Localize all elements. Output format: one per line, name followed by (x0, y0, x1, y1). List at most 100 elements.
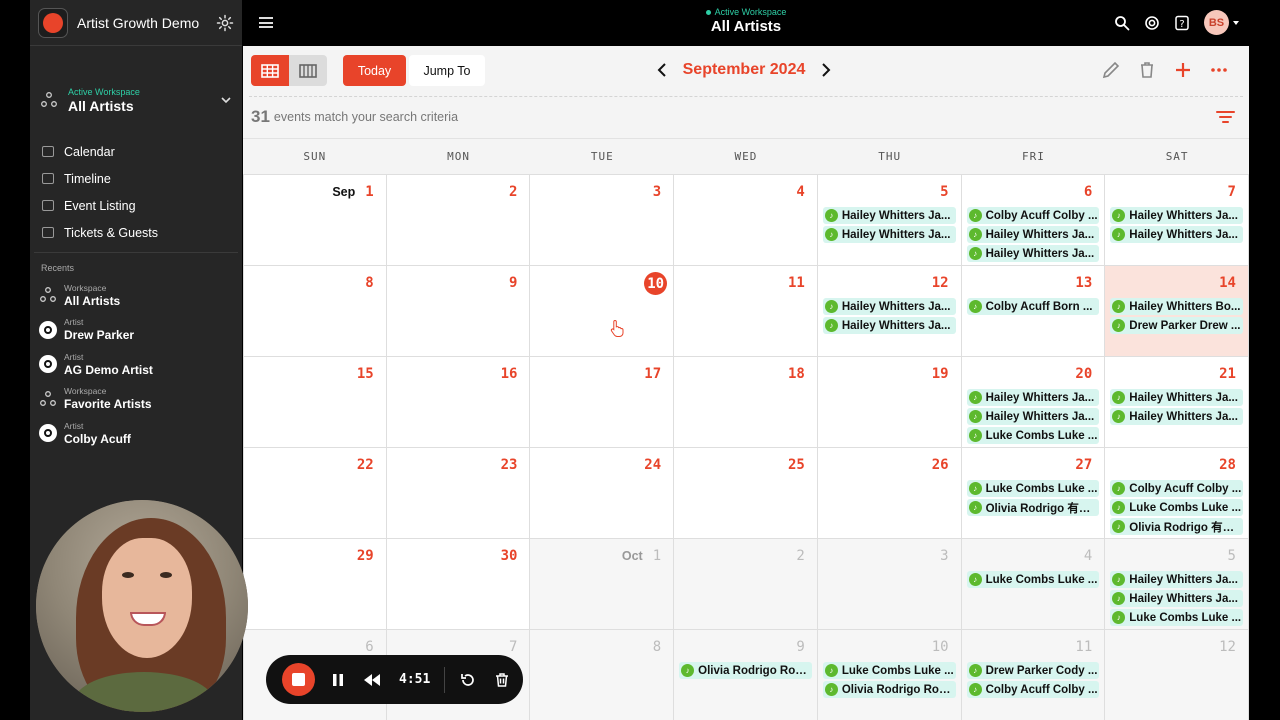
jump-to-button[interactable]: Jump To (409, 55, 485, 86)
day-cell[interactable]: 8 (530, 629, 675, 720)
event-chip[interactable]: ♪ Colby Acuff Colby ... (966, 681, 1100, 698)
help-icon[interactable]: ? (1174, 15, 1190, 31)
event-chip[interactable]: ♪ Colby Acuff Colby ... (1110, 480, 1243, 497)
search-icon[interactable] (1114, 15, 1130, 31)
event-chip[interactable]: ♪ Hailey Whitters Ja... (822, 207, 956, 224)
month-view-button[interactable] (251, 55, 289, 86)
edit-icon[interactable] (1101, 60, 1121, 80)
day-cell[interactable]: 29 (243, 538, 387, 629)
day-cell[interactable]: 22 (243, 447, 387, 538)
day-cell[interactable]: 9 (386, 265, 531, 356)
day-cell[interactable]: 16 (386, 356, 531, 447)
rewind-button[interactable] (361, 669, 383, 691)
day-cell[interactable]: 10 ♪ Luke Combs Luke ... ♪ Olivia Rodrigo Ro… (817, 629, 962, 720)
day-cell[interactable]: 6 ♪ Colby Acuff Colby ... ♪ Hailey Whitters … (961, 174, 1106, 265)
event-chip[interactable]: ♪ Luke Combs Luke ... (966, 571, 1100, 588)
event-chip[interactable]: ♪ Luke Combs Luke ... (1110, 499, 1243, 516)
day-cell[interactable]: 2 (386, 174, 531, 265)
day-cell[interactable]: 9 ♪ Olivia Rodrigo Rod ... (674, 629, 818, 720)
app-logo[interactable] (38, 7, 68, 38)
day-cell[interactable]: 2 (674, 538, 818, 629)
event-chip[interactable]: ♪ Hailey Whitters Ja... (1110, 590, 1243, 607)
recent-item[interactable]: Workspace Favorite Artists (30, 382, 242, 417)
day-cell[interactable]: 12 (1105, 629, 1249, 720)
day-cell[interactable]: 11 (674, 265, 818, 356)
workspace-switcher[interactable]: Active Workspace All Artists (30, 46, 242, 138)
event-chip[interactable]: ♪ Luke Combs Luke ... (966, 427, 1100, 444)
pause-button[interactable] (327, 669, 349, 691)
event-chip[interactable]: ♪ Luke Combs Luke ... (822, 662, 956, 679)
event-chip[interactable]: ♪ Hailey Whitters Ja... (1110, 226, 1243, 243)
day-cell[interactable]: Oct 1 (530, 538, 675, 629)
sidebar-item-timeline[interactable]: Timeline (30, 165, 242, 192)
day-cell[interactable]: 28 ♪ Colby Acuff Colby ... ♪ Luke Combs Luke… (1105, 447, 1249, 538)
event-chip[interactable]: ♪ Hailey Whitters Ja... (822, 298, 956, 315)
event-chip[interactable]: ♪ Hailey Whitters Ja... (1110, 389, 1243, 406)
recent-item[interactable]: Artist AG Demo Artist (30, 347, 242, 382)
day-cell[interactable]: 25 (674, 447, 818, 538)
event-chip[interactable]: ♪ Hailey Whitters Bo... (1110, 298, 1243, 315)
event-chip[interactable]: ♪ Hailey Whitters Ja... (966, 245, 1100, 262)
webcam-bubble[interactable] (36, 500, 248, 712)
week-view-button[interactable] (289, 55, 327, 86)
day-cell[interactable]: 27 ♪ Luke Combs Luke ... ♪ Olivia Rodrigo 有明… (961, 447, 1106, 538)
sidebar-item-event-listing[interactable]: Event Listing (30, 192, 242, 219)
day-cell[interactable]: 5 ♪ Hailey Whitters Ja... ♪ Hailey Whitters … (817, 174, 962, 265)
day-cell[interactable]: 20 ♪ Hailey Whitters Ja... ♪ Hailey Whitters… (961, 356, 1106, 447)
day-cell[interactable]: 8 (243, 265, 387, 356)
event-chip[interactable]: ♪ Hailey Whitters Ja... (1110, 207, 1243, 224)
more-icon[interactable] (1209, 60, 1229, 80)
event-chip[interactable]: ♪ Olivia Rodrigo 有明... (966, 499, 1100, 516)
day-cell[interactable]: 10 (530, 265, 675, 356)
event-chip[interactable]: ♪ Luke Combs Luke ... (1110, 609, 1243, 626)
day-cell[interactable]: 15 (243, 356, 387, 447)
event-chip[interactable]: ♪ Hailey Whitters Ja... (822, 317, 956, 334)
day-cell[interactable]: 4 (674, 174, 818, 265)
delete-recording-button[interactable] (491, 669, 513, 691)
day-cell[interactable]: 4 ♪ Luke Combs Luke ... (961, 538, 1106, 629)
day-cell[interactable]: 14 ♪ Hailey Whitters Bo... ♪ Drew Parker Dre… (1105, 265, 1249, 356)
filter-icon[interactable] (1216, 110, 1235, 124)
event-chip[interactable]: ♪ Colby Acuff Colby ... (966, 207, 1100, 224)
day-cell[interactable]: Sep 1 (243, 174, 387, 265)
recent-item[interactable]: Artist Drew Parker (30, 313, 242, 348)
day-cell[interactable]: 7 ♪ Hailey Whitters Ja... ♪ Hailey Whitters … (1105, 174, 1249, 265)
add-icon[interactable] (1173, 60, 1193, 80)
event-chip[interactable]: ♪ Hailey Whitters Ja... (966, 408, 1100, 425)
day-cell[interactable]: 5 ♪ Hailey Whitters Ja... ♪ Hailey Whitters … (1105, 538, 1249, 629)
user-menu[interactable]: BS (1204, 10, 1239, 35)
event-chip[interactable]: ♪ Hailey Whitters Ja... (1110, 408, 1243, 425)
day-cell[interactable]: 3 (817, 538, 962, 629)
event-chip[interactable]: ♪ Drew Parker Drew ... (1110, 317, 1243, 334)
gear-icon[interactable] (216, 14, 234, 32)
event-chip[interactable]: ♪ Hailey Whitters Ja... (1110, 571, 1243, 588)
sidebar-item-calendar[interactable]: Calendar (30, 138, 242, 165)
next-month-button[interactable] (816, 58, 836, 82)
event-chip[interactable]: ♪ Olivia Rodrigo Rod ... (679, 662, 812, 679)
day-cell[interactable]: 23 (386, 447, 531, 538)
day-cell[interactable]: 21 ♪ Hailey Whitters Ja... ♪ Hailey Whitters… (1105, 356, 1249, 447)
trash-icon[interactable] (1137, 60, 1157, 80)
recent-item[interactable]: Workspace All Artists (30, 278, 242, 313)
notifications-icon[interactable] (1144, 15, 1160, 31)
stop-recording-button[interactable] (282, 663, 315, 696)
event-chip[interactable]: ♪ Hailey Whitters Ja... (966, 226, 1100, 243)
previous-month-button[interactable] (652, 58, 672, 82)
event-chip[interactable]: ♪ Luke Combs Luke ... (966, 480, 1100, 497)
sidebar-item-tickets-guests[interactable]: Tickets & Guests (30, 219, 242, 246)
event-chip[interactable]: ♪ Colby Acuff Born ... (966, 298, 1100, 315)
restart-button[interactable] (457, 669, 479, 691)
event-chip[interactable]: ♪ Hailey Whitters Ja... (966, 389, 1100, 406)
event-chip[interactable]: ♪ Olivia Rodrigo Rod ... (822, 681, 956, 698)
day-cell[interactable]: 3 (530, 174, 675, 265)
event-chip[interactable]: ♪ Drew Parker Cody ... (966, 662, 1100, 679)
day-cell[interactable]: 17 (530, 356, 675, 447)
day-cell[interactable]: 12 ♪ Hailey Whitters Ja... ♪ Hailey Whitters… (817, 265, 962, 356)
event-chip[interactable]: ♪ Olivia Rodrigo 有明... (1110, 518, 1243, 535)
day-cell[interactable]: 19 (817, 356, 962, 447)
day-cell[interactable]: 18 (674, 356, 818, 447)
day-cell[interactable]: 24 (530, 447, 675, 538)
day-cell[interactable]: 30 (386, 538, 531, 629)
day-cell[interactable]: 26 (817, 447, 962, 538)
day-cell[interactable]: 13 ♪ Colby Acuff Born ... (961, 265, 1106, 356)
